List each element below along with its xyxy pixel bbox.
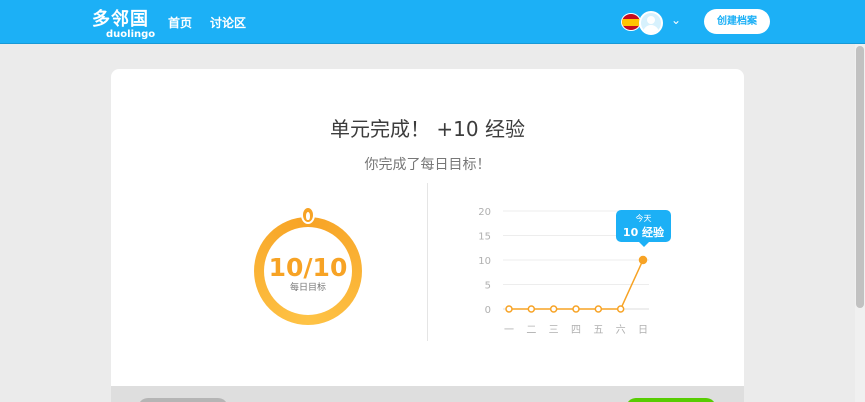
x-tick-label: 三	[549, 325, 559, 336]
logo-chinese-text: 多邻国	[92, 9, 149, 30]
today-xp-tooltip: 今天 10 经验	[616, 210, 671, 247]
y-tick-label: 15	[478, 232, 491, 243]
chevron-down-icon[interactable]: ⌄	[671, 13, 681, 27]
daily-goal-value: 10/10	[268, 253, 348, 282]
x-tick-label: 五	[593, 325, 603, 336]
y-tick-label: 20	[478, 207, 491, 218]
x-tick-label: 二	[526, 325, 536, 336]
xp-data-point	[638, 255, 648, 265]
tooltip-day: 今天	[635, 214, 652, 223]
continue-button[interactable]	[626, 398, 716, 402]
page-scrollbar[interactable]	[855, 44, 865, 402]
user-avatar-icon[interactable]	[639, 11, 663, 35]
xp-data-point	[527, 305, 536, 313]
top-navigation-bar: 多邻国 duolingo 首页 讨论区 ⌄ 创建档案	[0, 0, 865, 44]
x-tick-label: 六	[616, 324, 626, 336]
footer-bar	[111, 386, 744, 402]
create-profile-button[interactable]: 创建档案	[704, 9, 770, 34]
skip-button[interactable]	[138, 398, 228, 402]
lesson-complete-card: 单元完成！ +10 经验 你完成了每日目标！ 10/10 每日目标 0 5 10 15…	[111, 69, 744, 402]
xp-data-point	[572, 305, 580, 313]
scrollbar-thumb[interactable]	[856, 46, 864, 308]
y-tick-label: 5	[485, 281, 491, 292]
page-title: 单元完成！ +10 经验	[330, 117, 525, 141]
x-tick-label: 四	[571, 325, 581, 336]
y-tick-label: 0	[485, 305, 491, 316]
xp-data-point	[505, 305, 513, 313]
xp-data-point	[549, 305, 558, 313]
nav-home-link[interactable]: 首页	[168, 14, 192, 31]
nav-forum-link[interactable]: 讨论区	[210, 14, 246, 31]
x-tick-label: 一	[504, 325, 514, 336]
x-tick-label: 日	[638, 325, 648, 336]
y-tick-label: 10	[478, 256, 491, 267]
duolingo-logo[interactable]: 多邻国 duolingo	[92, 5, 156, 41]
spain-flag-icon[interactable]	[621, 13, 641, 31]
daily-goal-subtitle: 你完成了每日目标！	[364, 157, 491, 173]
xp-data-point	[616, 305, 625, 313]
logo-english-text: duolingo	[106, 29, 156, 40]
flame-icon	[301, 206, 315, 224]
tooltip-xp: 10 经验	[622, 226, 665, 239]
daily-goal-label: 每日目标	[289, 283, 326, 293]
xp-data-point	[594, 305, 603, 313]
vertical-divider	[427, 183, 428, 341]
